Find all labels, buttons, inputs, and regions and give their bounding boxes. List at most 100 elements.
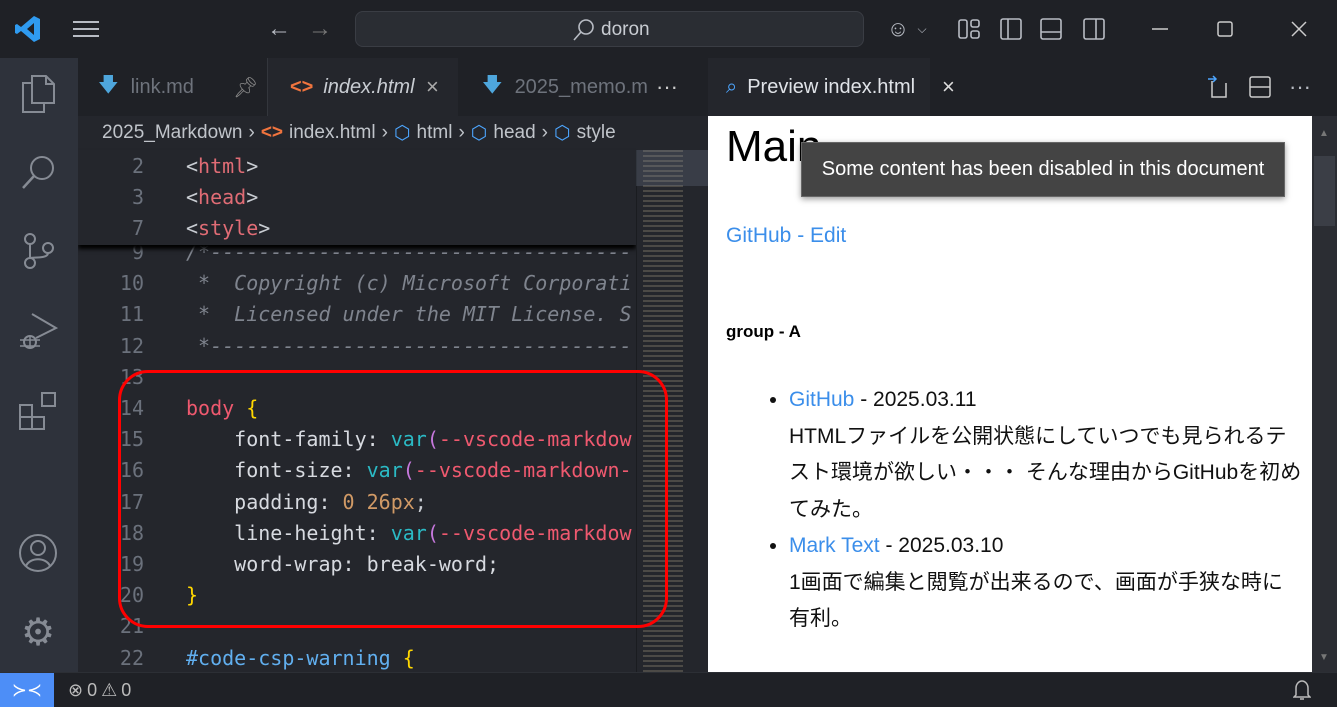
scrollbar-thumb[interactable] [1314,156,1335,226]
toggle-primary-sidebar-icon[interactable] [999,17,1023,41]
breadcrumb-item[interactable]: head [493,122,535,144]
scroll-up-arrow-icon[interactable]: ▲ [1319,128,1329,139]
explorer-icon[interactable] [18,74,58,114]
activity-bar: ⚙ [0,58,78,672]
forward-arrow-icon[interactable]: → [307,15,333,42]
tab-2025-memo[interactable]: 🡇 2025_memo.m [458,58,648,116]
remote-indicator-icon[interactable]: ≻≺ [0,673,54,707]
more-actions-icon[interactable]: ··· [1288,74,1312,99]
editor-group: 🡇 link.md 📌︎ <> index.html × 🡇 2025_memo… [78,58,708,672]
line-number: 3 [131,185,144,209]
item-link[interactable]: Mark Text [789,534,880,557]
tab-preview-index-html[interactable]: ⌕ Preview index.html × [708,58,955,116]
chevron-right-icon: › [458,122,465,143]
close-tab-icon[interactable]: × [426,74,439,100]
preview-tab-bar: ⌕ Preview index.html × ··· [708,58,1337,116]
code-token: style [198,216,259,240]
search-view-icon[interactable] [18,153,58,193]
markdown-download-icon: 🡇 [482,74,503,96]
editor-tab-bar: 🡇 link.md 📌︎ <> index.html × 🡇 2025_memo… [78,58,708,116]
element-cube-icon: ⬡ [470,122,488,144]
tab-label: 2025_memo.m [514,75,648,98]
code-line[interactable]: * Copyright (c) Microsoft Corporati [186,268,632,299]
code-token: head [198,185,247,209]
code-token: html [198,154,247,178]
more-tabs-icon[interactable]: ··· [656,58,696,116]
item-date: - 2025.03.10 [879,534,1004,557]
settings-gear-icon[interactable]: ⚙ [18,612,58,654]
code-line[interactable]: * Licensed under the MIT License. S [186,299,632,330]
html-preview: Main GitHub - Edit group - A GitHub - 20… [708,116,1312,672]
csp-warning-tooltip: Some content has been disabled in this d… [801,142,1285,197]
preview-icon: ⌕ [726,75,738,98]
markdown-download-icon: 🡇 [98,74,119,96]
html-file-icon: <> [290,75,314,98]
line-number: 7 [131,216,144,240]
code-token: > [258,216,271,240]
title-bar: ← → doron ☺ ⌵ [0,0,1337,58]
line-number: 11 [119,302,144,327]
scroll-down-arrow-icon[interactable]: ▼ [1319,652,1329,663]
sticky-scroll-header: 2 <html> 3 <head> 7 <style> [78,150,636,245]
close-tab-icon[interactable]: × [942,74,955,100]
source-control-icon[interactable] [18,231,58,271]
customize-layout-icon[interactable] [957,17,981,41]
line-number: 22 [119,645,144,670]
code-line[interactable]: #code-csp-warning { [186,643,415,672]
tab-label: index.html [323,75,415,98]
link-list: GitHub - 2025.03.11 HTMLファイルを公開状態にしていつでも見… [766,382,1302,638]
maximize-button[interactable] [1210,17,1240,41]
warning-icon: ⚠ [101,680,118,700]
item-link[interactable]: GitHub [789,388,854,411]
vscode-logo-icon [12,12,44,46]
toggle-panel-icon[interactable] [1039,17,1063,41]
github-edit-link[interactable]: GitHub - Edit [726,224,846,248]
code-token: * Licensed under the MIT License. S [186,302,632,327]
tab-index-html[interactable]: <> index.html × [268,58,458,116]
code-token: > [246,154,259,178]
open-source-icon[interactable] [1205,75,1229,99]
extensions-icon[interactable] [18,391,58,431]
chevron-right-icon: › [381,122,388,143]
copilot-icon[interactable]: ☺ [883,15,913,43]
breadcrumb-item[interactable]: index.html [289,122,376,144]
split-editor-down-icon[interactable] [1248,75,1272,99]
account-icon[interactable] [18,533,58,573]
list-item: Mark Text - 2025.03.10 1画面で編集と閲覧が出来るので、画面… [789,528,1302,638]
status-bar: ≻≺ ⊗ 0 ⚠ 0 [0,672,1337,707]
code-token: * Copyright (c) Microsoft Corporati [186,271,632,296]
breadcrumb-item[interactable]: html [417,122,453,144]
minimap-slider[interactable] [636,150,708,186]
back-arrow-icon[interactable]: ← [266,15,292,42]
close-window-button[interactable] [1284,17,1314,41]
item-description: 1画面で編集と閲覧が出来るので、画面が手狭な時に有利。 [789,570,1283,631]
code-line[interactable]: <style> [186,213,270,244]
chevron-down-icon[interactable]: ⌵ [913,18,931,40]
notifications-bell-icon[interactable] [1290,678,1314,702]
toggle-secondary-sidebar-icon[interactable] [1082,17,1106,41]
code-token: { [402,645,415,670]
highlight-annotation [118,370,668,628]
chevron-right-icon: › [248,122,255,143]
code-token: < [186,185,199,209]
breadcrumb-item[interactable]: style [577,122,616,144]
breadcrumb-item[interactable]: 2025_Markdown [102,122,242,144]
run-debug-icon[interactable] [18,310,58,354]
problems-indicator[interactable]: ⊗ 0 ⚠ 0 [68,680,131,701]
menu-icon[interactable] [70,16,102,42]
code-line[interactable]: *----------------------------------- [186,331,632,362]
chevron-right-icon: › [541,122,548,143]
search-icon [573,19,594,41]
code-line[interactable]: <html> [186,151,258,182]
code-line[interactable]: <head> [186,182,258,213]
pin-icon[interactable]: 📌︎ [233,75,258,100]
preview-scrollbar[interactable]: ▲ ▼ [1312,116,1337,672]
tab-label: link.md [130,75,194,98]
tab-link-md[interactable]: 🡇 link.md 📌︎ [78,58,268,116]
minimize-button[interactable] [1145,17,1175,41]
element-cube-icon: ⬡ [393,122,411,144]
element-cube-icon: ⬡ [553,122,571,144]
html-file-icon: <> [260,122,284,143]
command-center-search[interactable]: doron [355,11,864,47]
